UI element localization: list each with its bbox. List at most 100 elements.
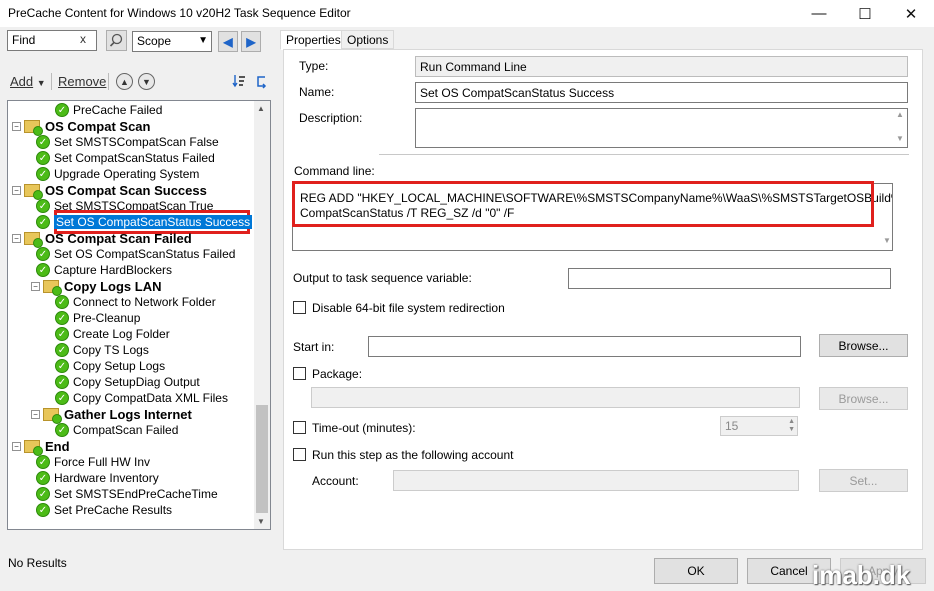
check-icon: ✓ [55,327,69,341]
tree-step[interactable]: ✓ Set PreCache Results [36,502,172,518]
sort-icon [232,75,245,88]
tree-step[interactable]: ✓ CompatScan Failed [55,422,178,438]
collapse-icon[interactable]: − [12,233,21,243]
window-title: PreCache Content for Windows 10 v20H2 Ta… [8,6,351,20]
output-variable-field[interactable] [568,268,891,289]
tree-item-label: Upgrade Operating System [54,167,200,181]
move-up-button[interactable]: ▲ [116,73,133,90]
package-label: Package: [312,367,363,381]
tree-group[interactable]: − Copy Logs LAN [31,278,162,296]
check-icon: ✓ [36,263,50,277]
tree-step[interactable]: ✓ Create Log Folder [55,326,170,342]
package-browse-button: Browse... [819,387,908,410]
add-menu[interactable]: Add ▼ [10,74,46,89]
timeout-stepper: 15 ▲ ▼ [720,416,798,436]
collapse-icon[interactable]: − [12,121,21,131]
tree-group[interactable]: − OS Compat Scan Failed [12,230,192,248]
account-label: Account: [312,474,359,488]
tree-step[interactable]: ✓ PreCache Failed [55,102,162,118]
tree-item-label: Copy TS Logs [73,343,149,357]
tree-step[interactable]: ✓ Upgrade Operating System [36,166,199,182]
tree-step[interactable]: ✓ Set CompatScanStatus Failed [36,150,215,166]
tree-item-label: OS Compat Scan Failed [45,230,192,246]
disable-64bit-checkbox[interactable] [293,301,306,314]
run-as-checkbox[interactable] [293,448,306,461]
tree-step[interactable]: ✓ Hardware Inventory [36,470,159,486]
check-icon: ✓ [55,103,69,117]
find-button[interactable] [106,30,127,51]
collapse-icon[interactable]: − [12,441,21,451]
move-down-button[interactable]: ▼ [138,73,155,90]
maximize-button[interactable]: ☐ [842,0,888,27]
toolbar-divider [51,73,52,90]
find-next-button[interactable]: ▶ [241,31,261,52]
status-text: No Results [8,556,67,570]
ok-button[interactable]: OK [654,558,738,584]
collapse-icon[interactable]: − [12,185,21,195]
scroll-up-icon[interactable]: ▲ [257,104,265,113]
browse-button[interactable]: Browse... [819,334,908,357]
package-checkbox[interactable] [293,367,306,380]
tree-step[interactable]: ✓ Set OS CompatScanStatus Success [36,214,253,230]
tree-item-label: End [45,438,70,454]
tree-step[interactable]: ✓ Copy TS Logs [55,342,149,358]
check-icon: ✓ [36,135,50,149]
tree-step[interactable]: ✓ Pre-Cleanup [55,310,140,326]
tree-step[interactable]: ✓ Set OS CompatScanStatus Failed [36,246,235,262]
remove-button[interactable]: Remove [58,74,106,89]
description-field[interactable] [415,108,908,148]
tree-item-label: Set OS CompatScanStatus Failed [54,247,236,261]
folder-icon [24,183,43,200]
collapse-icon[interactable]: − [31,409,40,419]
tree-group[interactable]: − OS Compat Scan [12,118,150,136]
sort-button[interactable] [232,73,246,89]
arrow-left-icon: ◀ [223,34,233,49]
close-button[interactable]: ✕ [888,0,934,27]
tree-step[interactable]: ✓ Set SMSTSEndPreCacheTime [36,486,218,502]
search-icon [109,33,123,47]
check-icon: ✓ [36,471,50,485]
minimize-button[interactable]: — [796,0,842,27]
tab-properties[interactable]: Properties [280,30,347,50]
scroll-down-icon[interactable]: ▼ [883,236,891,245]
tree-step[interactable]: ✓ Copy CompatData XML Files [55,390,228,406]
task-sequence-tree[interactable]: ▲ ▼ ✓ PreCache Failed − OS Compat Scan ✓ Set … [7,100,271,530]
timeout-label: Time-out (minutes): [312,421,416,435]
folder-icon [24,439,43,456]
tab-options[interactable]: Options [341,30,395,49]
tree-item-label: Set OS CompatScanStatus Success [54,215,253,229]
tree-step[interactable]: ✓ Connect to Network Folder [55,294,216,310]
timeout-checkbox[interactable] [293,421,306,434]
start-in-field[interactable] [368,336,801,357]
scope-dropdown[interactable]: Scope ▼ [132,31,212,52]
collapse-icon[interactable]: − [31,281,40,291]
tree-step[interactable]: ✓ Capture HardBlockers [36,262,172,278]
tree-item-label: Connect to Network Folder [73,295,216,309]
tree-group[interactable]: − Gather Logs Internet [31,406,192,424]
tree-step[interactable]: ✓ Copy SetupDiag Output [55,374,200,390]
tree-group[interactable]: − OS Compat Scan Success [12,182,207,200]
tree-scrollbar[interactable]: ▲ ▼ [254,101,270,529]
tree-item-label: CompatScan Failed [73,423,179,437]
tree-item-label: Hardware Inventory [54,471,159,485]
check-icon: ✓ [36,215,50,229]
tree-item-label: Create Log Folder [73,327,170,341]
tree-step[interactable]: ✓ Force Full HW Inv [36,454,150,470]
set-account-button: Set... [819,469,908,492]
tree-step[interactable]: ✓ Set SMSTSCompatScan False [36,134,219,150]
check-icon: ✓ [36,151,50,165]
scroll-down-icon[interactable]: ▼ [257,517,265,526]
refresh-button[interactable] [254,73,268,89]
tree-group[interactable]: − End [12,438,70,456]
scope-value: Scope [137,34,172,48]
move-down-icon: ▼ [142,76,151,87]
move-up-icon: ▲ [120,76,129,87]
maximize-icon: ☐ [858,5,872,23]
clear-find-button[interactable]: x [80,32,86,46]
find-previous-button[interactable]: ◀ [218,31,238,52]
scroll-down-icon[interactable]: ▼ [896,134,904,143]
tree-step[interactable]: ✓ Copy Setup Logs [55,358,165,374]
name-field[interactable]: Set OS CompatScanStatus Success [415,82,908,103]
scrollbar-thumb[interactable] [256,405,268,513]
scroll-up-icon[interactable]: ▲ [896,110,904,119]
